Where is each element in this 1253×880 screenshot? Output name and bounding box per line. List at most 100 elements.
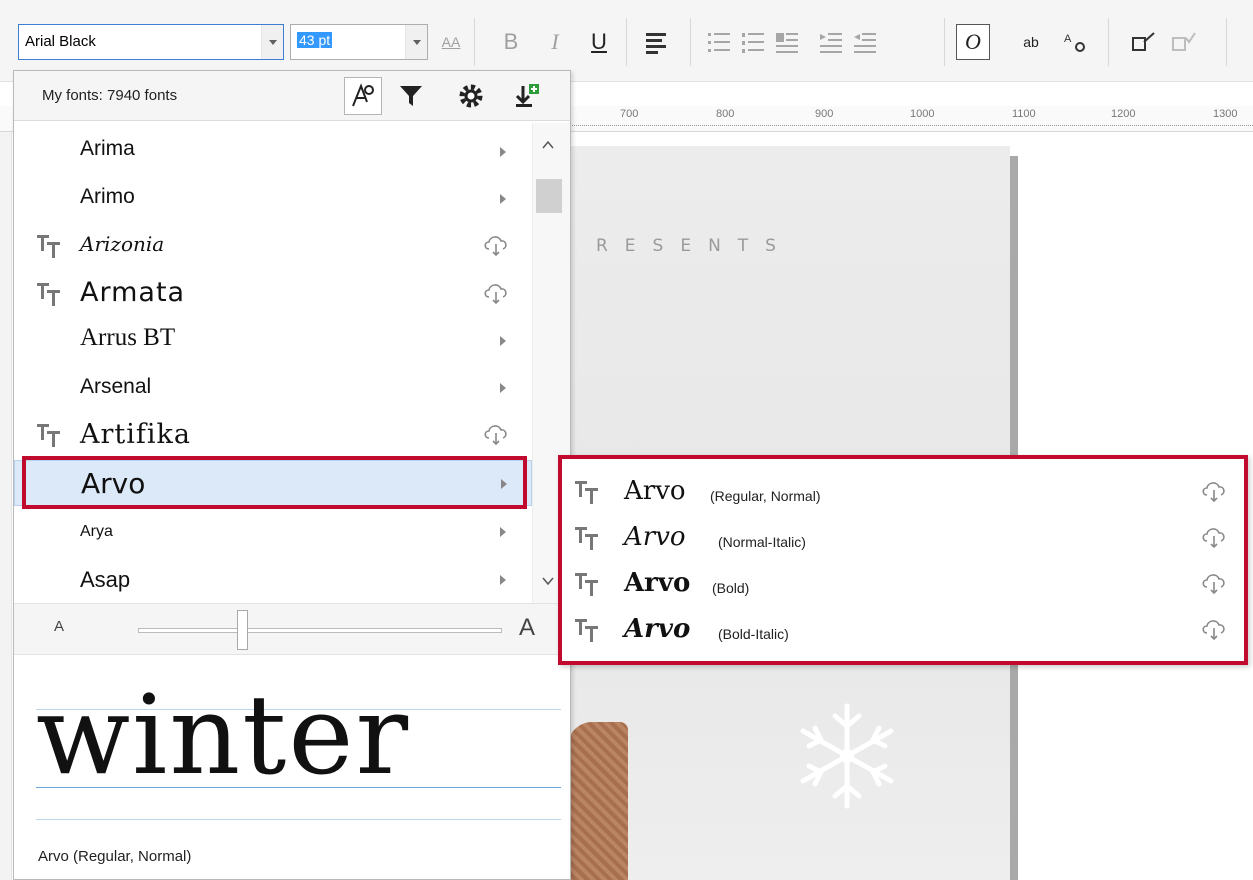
style-item-italic[interactable]: Arvo (Normal-Italic) — [562, 515, 1244, 561]
scrollbar-thumb[interactable] — [536, 179, 562, 213]
chevron-down-icon[interactable] — [405, 25, 427, 59]
character-format-icon[interactable]: A — [1060, 30, 1090, 56]
style-item-regular[interactable]: Arvo (Regular, Normal) — [562, 469, 1244, 515]
text-check-icon[interactable] — [1170, 30, 1198, 56]
drop-cap-icon[interactable] — [774, 30, 802, 56]
font-family-combo[interactable]: Arial Black — [18, 24, 284, 60]
chevron-down-icon[interactable] — [542, 575, 554, 587]
selected-font-highlight — [22, 456, 527, 509]
chevron-up-icon[interactable] — [542, 139, 554, 151]
font-search-button[interactable] — [344, 77, 382, 115]
font-size-value[interactable]: 43 pt — [297, 32, 333, 48]
slider-track[interactable] — [138, 628, 502, 633]
preview-size-slider: A A — [14, 603, 570, 655]
preview-word: winter — [36, 671, 411, 799]
svg-text:A: A — [1064, 33, 1072, 45]
presents-text: RESENTS — [596, 236, 793, 256]
truetype-icon — [575, 573, 598, 596]
truetype-icon — [575, 481, 598, 504]
font-name: Asap — [80, 567, 131, 592]
preview-guide-line — [36, 819, 561, 820]
ruler-tick: 1200 — [1111, 108, 1136, 120]
style-item-bold-italic[interactable]: Arvo (Bold-Italic) — [562, 607, 1244, 653]
underline-button[interactable]: U — [586, 24, 612, 60]
download-icon — [515, 84, 539, 107]
cloud-download-icon[interactable] — [1200, 571, 1228, 595]
truetype-icon — [575, 619, 598, 642]
chevron-right-icon — [500, 383, 506, 393]
ruler-tick: 800 — [716, 108, 735, 120]
settings-button[interactable] — [452, 77, 490, 115]
truetype-icon — [37, 424, 60, 447]
font-search-icon — [352, 83, 374, 107]
chevron-right-icon — [500, 336, 506, 346]
cloud-download-icon[interactable] — [1200, 479, 1228, 503]
toolbar-separator — [626, 18, 627, 66]
filter-button[interactable] — [392, 77, 430, 115]
style-label: (Normal-Italic) — [718, 534, 806, 550]
slider-handle[interactable] — [237, 610, 248, 650]
font-item-arsenal[interactable]: Arsenal — [14, 365, 532, 411]
toolbar-separator — [1108, 18, 1109, 66]
truetype-icon — [37, 235, 60, 258]
chevron-right-icon — [500, 194, 506, 204]
toolbar-separator — [690, 18, 691, 66]
font-name: Arrus BT — [80, 324, 176, 351]
font-preview: winter Arvo (Regular, Normal) — [14, 655, 570, 879]
toolbar-separator — [1226, 18, 1227, 66]
large-preview-icon: A — [519, 614, 536, 641]
italic-button[interactable]: I — [542, 24, 568, 60]
style-label: (Bold) — [712, 580, 750, 596]
font-list-header: My fonts: 7940 fonts — [14, 71, 570, 121]
font-name: Arizonia — [80, 232, 165, 256]
cloud-download-icon — [484, 284, 507, 305]
filter-icon — [400, 86, 422, 106]
decrease-indent-icon[interactable] — [818, 30, 846, 56]
chevron-down-icon[interactable] — [261, 25, 283, 59]
align-left-icon[interactable] — [644, 30, 672, 56]
cloud-download-icon[interactable] — [1200, 525, 1228, 549]
ruler-tick: 1300 — [1213, 108, 1238, 120]
preview-caption: Arvo (Regular, Normal) — [38, 848, 192, 865]
font-style-submenu: Arvo (Regular, Normal) Arvo (Normal-Ital… — [558, 455, 1248, 665]
font-item-arrus-bt[interactable]: Arrus BT — [14, 318, 532, 364]
font-item-arimo[interactable]: Arimo — [14, 176, 532, 222]
opentype-button[interactable]: O — [956, 24, 990, 60]
truetype-icon — [37, 283, 60, 306]
truetype-icon — [575, 527, 598, 550]
ruler-tick: 1000 — [910, 108, 935, 120]
font-family-value[interactable]: Arial Black — [25, 33, 96, 50]
font-item-arya[interactable]: Arya — [14, 509, 532, 555]
style-font-name: Arvo — [624, 522, 686, 552]
bold-button[interactable]: B — [498, 24, 524, 60]
style-label: (Regular, Normal) — [710, 488, 821, 504]
font-list[interactable]: Arima Arimo Arizonia Armata Arrus BT Ars… — [14, 123, 532, 603]
snowflake-icon — [800, 703, 894, 809]
font-item-artifika[interactable]: Artifika — [14, 412, 532, 458]
ruler-tick: 900 — [815, 108, 834, 120]
font-item-asap[interactable]: Asap — [14, 557, 532, 603]
get-more-fonts-button[interactable] — [508, 77, 546, 115]
app-window: RESENTS 700 800 900 1000 1100 1200 1300 … — [0, 0, 1253, 880]
ruler-scale — [570, 125, 1253, 126]
chevron-right-icon — [500, 147, 506, 157]
font-name: Artifika — [80, 419, 191, 450]
style-item-bold[interactable]: Arvo (Bold) — [562, 561, 1244, 607]
font-name: Arya — [80, 523, 113, 540]
numbered-list-icon[interactable] — [740, 30, 768, 56]
text-frame-button[interactable]: ab — [1014, 24, 1048, 60]
increase-indent-icon[interactable] — [852, 30, 880, 56]
font-item-arima[interactable]: Arima — [14, 129, 532, 175]
ruler-tick: 1100 — [1012, 108, 1036, 120]
bullet-list-icon[interactable] — [706, 30, 734, 56]
font-size-combo[interactable]: 43 pt — [290, 24, 428, 60]
left-toolbox-edge — [0, 132, 12, 880]
font-item-armata[interactable]: Armata — [14, 271, 532, 317]
style-font-name: Arvo — [624, 568, 691, 598]
font-scale-button[interactable]: AA — [436, 24, 466, 60]
cloud-download-icon[interactable] — [1200, 617, 1228, 641]
preview-baseline — [36, 787, 561, 788]
font-item-arizonia[interactable]: Arizonia — [14, 223, 532, 269]
font-name: Armata — [80, 277, 186, 308]
edit-text-icon[interactable] — [1130, 30, 1158, 56]
